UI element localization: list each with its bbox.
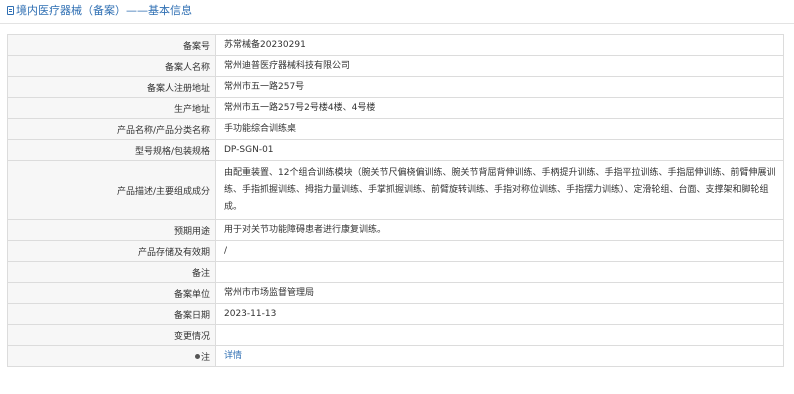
table-row: 预期用途 用于对关节功能障碍患者进行康复训练。 xyxy=(7,219,784,241)
row-label-intended-use: 预期用途 xyxy=(7,219,216,241)
page: 境内医疗器械（备案）——基本信息 备案号 苏常械备20230291 备案人名称 … xyxy=(0,0,794,394)
row-value-registrant-address: 常州市五一路257号 xyxy=(215,76,784,98)
row-label-change-status: 变更情况 xyxy=(7,324,216,346)
row-label-note: 注 xyxy=(7,345,216,367)
row-label-registrant-address: 备案人注册地址 xyxy=(7,76,216,98)
row-value-storage-validity: / xyxy=(215,240,784,262)
row-label-registrant-name: 备案人名称 xyxy=(7,55,216,77)
row-value-filing-unit: 常州市市场监督管理局 xyxy=(215,282,784,304)
table-row: 产品名称/产品分类名称 手功能综合训练桌 xyxy=(7,118,784,140)
row-value-product-description: 由配重装置、12个组合训练模块（腕关节尺偏桡偏训练、腕关节背屈背伸训练、手柄提升… xyxy=(215,160,784,220)
row-label-record-number: 备案号 xyxy=(7,34,216,56)
row-label-filing-date: 备案日期 xyxy=(7,303,216,325)
row-value-filing-date: 2023-11-13 xyxy=(215,303,784,325)
document-icon xyxy=(7,6,14,15)
row-label-production-address: 生产地址 xyxy=(7,97,216,119)
details-link[interactable]: 详情 xyxy=(224,351,242,361)
row-label-remarks: 备注 xyxy=(7,261,216,283)
table-row: 备案号 苏常械备20230291 xyxy=(7,34,784,56)
table-row: 备案人名称 常州迪普医疗器械科技有限公司 xyxy=(7,55,784,77)
table-row: 注 详情 xyxy=(7,345,784,367)
row-label-storage-validity: 产品存储及有效期 xyxy=(7,240,216,262)
row-label-product-name: 产品名称/产品分类名称 xyxy=(7,118,216,140)
table-row: 产品存储及有效期 / xyxy=(7,240,784,262)
row-value-remarks xyxy=(215,261,784,283)
bullet-icon xyxy=(194,353,200,359)
row-value-change-status xyxy=(215,324,784,346)
table-row: 备案人注册地址 常州市五一路257号 xyxy=(7,76,784,98)
row-value-product-name: 手功能综合训练桌 xyxy=(215,118,784,140)
page-title-text: 境内医疗器械（备案）——基本信息 xyxy=(16,4,192,17)
row-value-record-number: 苏常械备20230291 xyxy=(215,34,784,56)
page-title: 境内医疗器械（备案）——基本信息 xyxy=(7,4,192,18)
row-value-model-spec: DP-SGN-01 xyxy=(215,139,784,161)
table-row: 备案单位 常州市市场监督管理局 xyxy=(7,282,784,304)
row-label-filing-unit: 备案单位 xyxy=(7,282,216,304)
row-value-note: 详情 xyxy=(215,345,784,367)
note-label-text: 注 xyxy=(200,352,210,363)
table-row: 型号规格/包装规格 DP-SGN-01 xyxy=(7,139,784,161)
row-label-product-description: 产品描述/主要组成成分 xyxy=(7,160,216,220)
row-label-model-spec: 型号规格/包装规格 xyxy=(7,139,216,161)
info-table: 备案号 苏常械备20230291 备案人名称 常州迪普医疗器械科技有限公司 备案… xyxy=(7,34,784,367)
table-row: 备案日期 2023-11-13 xyxy=(7,303,784,325)
table-row: 备注 xyxy=(7,261,784,283)
page-header: 境内医疗器械（备案）——基本信息 xyxy=(0,0,794,24)
table-row: 产品描述/主要组成成分 由配重装置、12个组合训练模块（腕关节尺偏桡偏训练、腕关… xyxy=(7,160,784,220)
table-row: 变更情况 xyxy=(7,324,784,346)
row-value-intended-use: 用于对关节功能障碍患者进行康复训练。 xyxy=(215,219,784,241)
row-value-production-address: 常州市五一路257号2号楼4楼、4号楼 xyxy=(215,97,784,119)
table-row: 生产地址 常州市五一路257号2号楼4楼、4号楼 xyxy=(7,97,784,119)
row-value-registrant-name: 常州迪普医疗器械科技有限公司 xyxy=(215,55,784,77)
